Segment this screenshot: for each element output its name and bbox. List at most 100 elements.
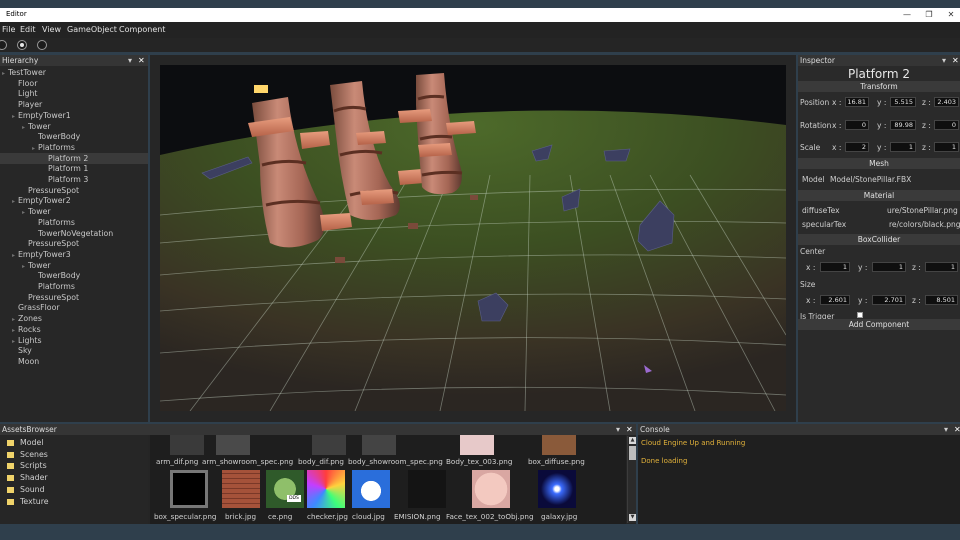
asset-folder-list: Model Scenes Scripts Shader Sound Texture [0, 435, 148, 524]
rotation-z-field[interactable]: 0 [934, 120, 959, 130]
material-header[interactable]: Material [798, 190, 960, 201]
model-value[interactable]: Model/StonePillar.FBX [830, 175, 911, 184]
asset-folder[interactable]: Scenes [7, 449, 48, 460]
hierarchy-item[interactable]: ▸ Rocks [12, 324, 41, 335]
hierarchy-item[interactable]: ▸ EmptyTower2 [12, 195, 71, 206]
close-icon[interactable]: ✕ [954, 424, 960, 435]
hierarchy-item[interactable]: ▸ Zones [12, 313, 42, 324]
asset-folder[interactable]: Sound [7, 484, 45, 495]
close-window-button[interactable]: ✕ [944, 9, 958, 21]
hierarchy-item[interactable]: ▸ EmptyTower1 [12, 110, 71, 121]
position-z-field[interactable]: 2.403 [934, 97, 959, 107]
menu-gameobject[interactable]: GameObject [67, 25, 117, 34]
scale-z-field[interactable]: 1 [934, 142, 959, 152]
folder-icon [7, 475, 14, 482]
center-x-field[interactable]: 1 [820, 262, 850, 272]
inspector-title: Inspector [800, 56, 835, 65]
close-icon[interactable]: ✕ [626, 424, 633, 435]
boxcollider-header[interactable]: BoxCollider [798, 234, 960, 245]
pin-icon[interactable]: ▾ [128, 55, 132, 66]
hierarchy-item[interactable]: ▸ Platforms [32, 142, 75, 153]
hierarchy-item[interactable]: Platforms [32, 281, 75, 292]
model-label: Model [802, 175, 825, 184]
asset-thumbnail [352, 470, 390, 508]
hierarchy-item-label: TowerBody [38, 271, 81, 281]
pin-icon[interactable]: ▾ [942, 55, 946, 66]
menu-edit[interactable]: Edit [20, 25, 36, 34]
play-button[interactable] [0, 40, 7, 50]
hierarchy-item-label: Light [18, 89, 38, 99]
center-y-field[interactable]: 1 [872, 262, 906, 272]
scene-viewport[interactable] [160, 65, 786, 411]
is-trigger-checkbox[interactable] [857, 312, 863, 318]
hierarchy-item[interactable]: ▸ Tower [22, 206, 51, 217]
position-y-field[interactable]: 5.515 [890, 97, 916, 107]
scroll-thumb[interactable] [629, 446, 636, 460]
asset-folder[interactable]: Shader [7, 472, 48, 483]
hierarchy-item-label: PressureSpot [28, 185, 80, 195]
stop-button[interactable] [37, 40, 47, 50]
mesh-header[interactable]: Mesh [798, 158, 960, 169]
close-icon[interactable]: ✕ [952, 55, 959, 66]
assets-scrollbar[interactable]: ▲ ▼ [627, 436, 636, 523]
position-x-field[interactable]: 16.81 [845, 97, 869, 107]
add-component-button[interactable]: Add Component [798, 319, 960, 330]
scale-x-field[interactable]: 2 [845, 142, 869, 152]
asset-folder[interactable]: Texture [7, 496, 49, 507]
hierarchy-item[interactable]: Player [12, 99, 42, 110]
menu-component[interactable]: Component [119, 25, 165, 34]
hierarchy-item[interactable]: Light [12, 88, 37, 99]
minimize-button[interactable]: — [900, 9, 914, 21]
pause-button[interactable] [17, 40, 27, 50]
hierarchy-item[interactable]: TowerBody [32, 270, 80, 281]
position-x-label: x : [832, 98, 842, 107]
asset-name: Body_tex_003.png [446, 457, 513, 466]
rotation-x-field[interactable]: 0 [845, 120, 869, 130]
hierarchy-item[interactable]: PressureSpot [22, 185, 79, 196]
scale-y-field[interactable]: 1 [890, 142, 916, 152]
transform-header[interactable]: Transform [798, 81, 960, 92]
close-icon[interactable]: ✕ [138, 55, 145, 66]
pin-icon[interactable]: ▾ [944, 424, 948, 435]
specular-tex-value[interactable]: re/colors/black.png [889, 220, 960, 229]
hierarchy-item[interactable]: PressureSpot [22, 292, 79, 303]
diffuse-tex-value[interactable]: ure/StonePillar.png [887, 206, 958, 215]
hierarchy-item[interactable]: ▸ Lights [12, 335, 42, 346]
scroll-down-icon[interactable]: ▼ [629, 514, 636, 521]
rotation-y-field[interactable]: 89.98 [890, 120, 916, 130]
hierarchy-item[interactable]: Platform 3 [42, 174, 88, 185]
maximize-button[interactable]: ❐ [922, 9, 936, 21]
hierarchy-item[interactable]: ▸ Tower [22, 260, 51, 271]
hierarchy-item[interactable]: GrassFloor [12, 302, 60, 313]
hierarchy-item-label: Platform 2 [48, 153, 89, 163]
hierarchy-item[interactable]: TowerBody [32, 131, 80, 142]
pin-icon[interactable]: ▾ [616, 424, 620, 435]
menu-file[interactable]: File [2, 25, 15, 34]
hierarchy-item[interactable]: ▸ TestTower [2, 67, 46, 78]
asset-folder[interactable]: Scripts [7, 460, 47, 471]
hierarchy-item[interactable]: Platforms [32, 217, 75, 228]
hierarchy-item[interactable]: PressureSpot [22, 238, 79, 249]
scroll-up-icon[interactable]: ▲ [629, 437, 636, 444]
size-z-field[interactable]: 8.501 [925, 295, 958, 305]
play-toolbar [0, 38, 960, 52]
asset-thumbnail [408, 470, 446, 508]
asset-folder[interactable]: Model [7, 437, 43, 448]
asset-name: ce.png [268, 512, 293, 521]
hierarchy-item[interactable]: ▸ Tower [22, 121, 51, 132]
hierarchy-item[interactable]: Platform 2 [0, 152, 148, 164]
hierarchy-item[interactable]: ▸ EmptyTower3 [12, 249, 71, 260]
hierarchy-item[interactable]: Floor [12, 78, 37, 89]
asset-folder-label: Model [20, 438, 44, 447]
hierarchy-item[interactable]: TowerNoVegetation [32, 228, 113, 239]
size-x-field[interactable]: 2.601 [820, 295, 850, 305]
size-y-field[interactable]: 2.701 [872, 295, 906, 305]
hierarchy-item[interactable]: Moon [12, 356, 39, 367]
center-y-label: y : [858, 263, 868, 272]
hierarchy-item[interactable]: Platform 1 [42, 163, 88, 174]
center-z-field[interactable]: 1 [925, 262, 958, 272]
hierarchy-item-label: Tower [28, 121, 51, 131]
object-name: Platform 2 [847, 67, 911, 81]
menu-view[interactable]: View [42, 25, 61, 34]
hierarchy-item[interactable]: Sky [12, 345, 32, 356]
